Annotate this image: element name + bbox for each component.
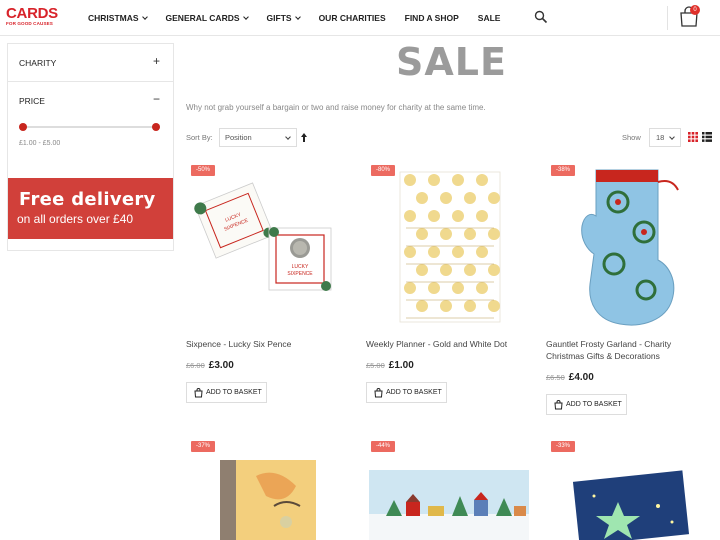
add-to-basket-button[interactable]: ADD TO BASKET: [186, 382, 267, 403]
collapse-icon[interactable]: −: [153, 92, 160, 106]
special-price: £1.00: [388, 360, 414, 371]
nav-gifts[interactable]: GIFTS: [266, 13, 301, 23]
product-name[interactable]: Sixpence - Lucky Six Pence: [186, 338, 351, 350]
product-image-sixpence[interactable]: LUCKY SIXPENCE LUCKY SIXPENCE -50%: [186, 160, 356, 330]
limiter-select[interactable]: 18: [649, 128, 681, 147]
page-title: SALE: [396, 40, 507, 84]
basket-icon: [554, 400, 563, 410]
price-box: £6.00 £3.00: [186, 360, 234, 371]
svg-text:LUCKY: LUCKY: [292, 264, 309, 270]
nav-label: OUR CHARITIES: [318, 13, 386, 23]
nav-label: CHRISTMAS: [88, 13, 139, 23]
price-slider-min-handle[interactable]: [19, 123, 27, 131]
banner-headline: Free delivery: [19, 189, 156, 210]
sixpence-box-illustration: LUCKY SIXPENCE LUCKY SIXPENCE: [194, 182, 332, 291]
old-price: £6.50: [546, 373, 565, 382]
discount-badge: -33%: [551, 441, 576, 452]
search-icon[interactable]: [534, 10, 548, 24]
product-image-christmas-village[interactable]: -44%: [366, 436, 536, 540]
old-price: £5.00: [366, 361, 385, 370]
filter-sidebar: CHARITY + PRICE − £1.00 - £5.00 Free del…: [7, 43, 174, 251]
chevron-down-icon: [242, 13, 249, 20]
chevron-down-icon: [141, 13, 148, 20]
header-divider: [667, 6, 668, 30]
category-description: Why not grab yourself a bargain or two a…: [186, 103, 486, 112]
add-to-basket-button[interactable]: ADD TO BASKET: [546, 394, 627, 415]
product-image-weekly-planner[interactable]: -80%: [366, 160, 536, 330]
product-image-notebook[interactable]: -37%: [186, 436, 356, 540]
old-price: £6.00: [186, 361, 205, 370]
main-nav: CHRISTMAS GENERAL CARDS GIFTS OUR CHARIT…: [88, 0, 519, 36]
discount-badge: -44%: [371, 441, 396, 452]
cart-count-badge: 0: [690, 5, 700, 15]
discount-badge: -38%: [551, 165, 576, 176]
filter-label: PRICE: [19, 96, 45, 106]
price-slider-max-handle[interactable]: [152, 123, 160, 131]
discount-badge: -50%: [191, 165, 216, 176]
special-price: £4.00: [568, 372, 594, 383]
nav-our-charities[interactable]: OUR CHARITIES: [319, 13, 386, 23]
chevron-down-icon: [285, 134, 291, 140]
logo-sub-text: FOR GOOD CAUSES: [6, 21, 53, 26]
nav-general-cards[interactable]: GENERAL CARDS: [165, 13, 249, 23]
logo-main-text: CARDS: [6, 5, 58, 22]
nav-christmas[interactable]: CHRISTMAS: [88, 13, 148, 23]
chevron-down-icon: [294, 13, 301, 20]
product-name[interactable]: Gauntlet Frosty Garland - Charity Christ…: [546, 338, 711, 362]
grid-view-icon[interactable]: [688, 132, 698, 142]
product-name[interactable]: Weekly Planner - Gold and White Dot: [366, 338, 531, 350]
limiter-value: 18: [656, 133, 665, 142]
button-label: ADD TO BASKET: [566, 401, 622, 408]
expand-icon[interactable]: +: [153, 54, 160, 68]
planner-illustration: [399, 171, 501, 323]
filter-charity[interactable]: CHARITY +: [8, 44, 173, 82]
show-label: Show: [622, 133, 641, 142]
product-image-gauntlet[interactable]: -38%: [546, 160, 716, 330]
price-slider-track[interactable]: [23, 126, 157, 128]
sort-value: Position: [225, 133, 252, 142]
special-price: £3.00: [208, 360, 234, 371]
nav-find-a-shop[interactable]: FIND A SHOP: [405, 13, 459, 23]
site-header: CARDS FOR GOOD CAUSES CHRISTMAS GENERAL …: [0, 0, 720, 36]
price-box: £6.50 £4.00: [546, 372, 594, 383]
svg-text:SIXPENCE: SIXPENCE: [287, 271, 313, 277]
filter-label: CHARITY: [19, 58, 57, 68]
price-range-text: £1.00 - £5.00: [19, 140, 61, 147]
nav-sale[interactable]: SALE: [478, 13, 501, 23]
sort-select[interactable]: Position: [219, 128, 297, 147]
price-box: £5.00 £1.00: [366, 360, 414, 371]
discount-badge: -80%: [371, 165, 396, 176]
chevron-down-icon: [669, 134, 675, 140]
sort-direction-icon[interactable]: [301, 133, 307, 142]
nav-label: FIND A SHOP: [404, 13, 459, 23]
site-logo[interactable]: CARDS FOR GOOD CAUSES: [6, 5, 58, 29]
filter-price[interactable]: PRICE −: [8, 82, 173, 120]
sort-label: Sort By:: [186, 133, 213, 142]
free-delivery-banner[interactable]: Free delivery on all orders over £40: [8, 178, 173, 239]
list-view-icon[interactable]: [702, 132, 712, 142]
nav-label: GENERAL CARDS: [165, 13, 240, 23]
nav-label: SALE: [477, 13, 501, 23]
discount-badge: -37%: [191, 441, 216, 452]
oven-glove-illustration: [581, 169, 679, 326]
button-label: ADD TO BASKET: [206, 389, 262, 396]
product-image-glow-stars[interactable]: -33%: [546, 436, 716, 540]
basket-icon: [374, 388, 383, 398]
add-to-basket-button[interactable]: ADD TO BASKET: [366, 382, 447, 403]
button-label: ADD TO BASKET: [386, 389, 442, 396]
banner-subline: on all orders over £40: [17, 212, 134, 226]
basket-icon: [194, 388, 203, 398]
nav-label: GIFTS: [266, 13, 292, 23]
